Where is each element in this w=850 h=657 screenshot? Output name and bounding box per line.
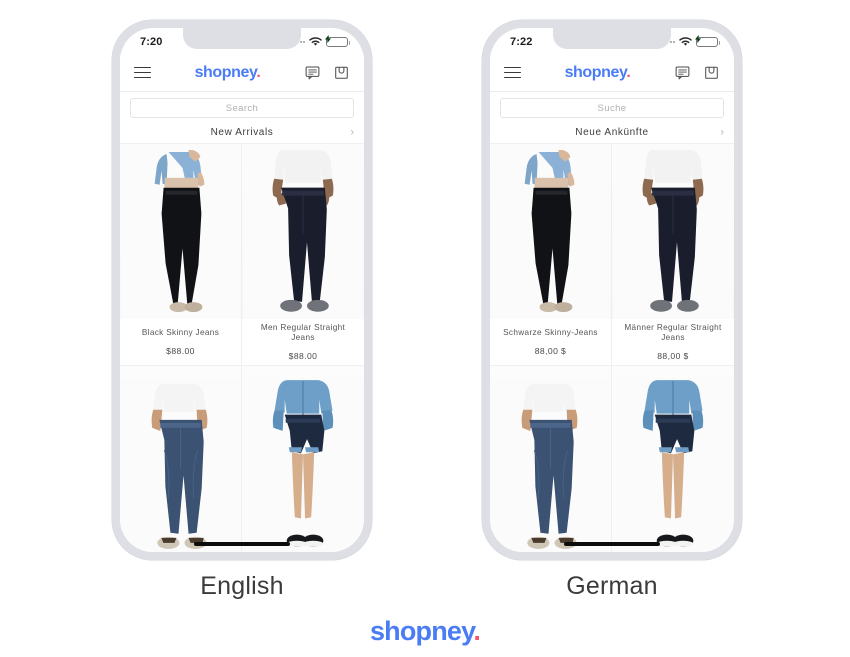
phone-notch [183, 28, 301, 49]
product-meta: Black Skinny Jeans $88.00 [120, 319, 241, 365]
caption-english: English [200, 572, 284, 600]
product-name: Schwarze Skinny-Jeans [503, 328, 598, 338]
app-bar: shopney. [490, 54, 734, 92]
shopping-bag-icon[interactable] [703, 64, 720, 81]
app-bar-actions [674, 64, 720, 81]
search-input[interactable]: Search [130, 98, 354, 118]
app-bar-actions [304, 64, 350, 81]
women-shorts-photo [612, 366, 734, 552]
product-meta: Men Regular Straight Jeans $88.00 [242, 318, 364, 365]
search-area: Search [120, 92, 364, 122]
product-name: Black Skinny Jeans [141, 328, 220, 338]
app-logo-dot: . [626, 63, 631, 81]
battery-charging-icon [695, 35, 720, 47]
search-input[interactable]: Suche [500, 98, 724, 118]
search-placeholder: Search [225, 102, 259, 114]
product-card[interactable]: Männer Regular Straight Jeans 88,00 $ [612, 144, 734, 366]
men-slim-fit-jeans-photo [490, 366, 611, 552]
product-name: Men Regular Straight Jeans [260, 322, 346, 343]
app-bar: shopney. [120, 54, 364, 92]
status-time: 7:22 [510, 36, 533, 48]
men-slim-fit-jeans-photo [120, 366, 241, 552]
black-skinny-jeans-photo [490, 144, 611, 319]
section-title: New Arrivals [210, 127, 274, 138]
app-logo-dot: . [256, 63, 261, 81]
product-card[interactable]: Black Skinny Jeans $88.00 [120, 144, 242, 366]
home-indicator [564, 542, 660, 546]
phone-mockup-german: 7:22 shopney. Suche Neue Ankünfte › Schw… [482, 20, 742, 560]
black-skinny-jeans-photo [120, 144, 241, 319]
chat-bubble-icon[interactable] [304, 64, 321, 81]
wifi-icon [679, 37, 692, 47]
phone-mockup-english: 7:20 shopney. Search New Arrivals › Blac… [112, 20, 372, 560]
product-card[interactable]: Männer Slim Fit Jeans [490, 366, 612, 552]
product-grid: Black Skinny Jeans $88.00 Men Regular St… [120, 144, 364, 552]
status-time: 7:20 [140, 36, 163, 48]
chevron-right-icon: › [720, 126, 724, 138]
app-logo: shopney. [565, 64, 631, 82]
product-price: $88.00 [166, 345, 195, 356]
product-name: Männer Regular Straight Jeans [624, 322, 722, 343]
women-shorts-photo [242, 366, 364, 552]
screenshot-canvas: 7:20 shopney. Search New Arrivals › Blac… [0, 0, 850, 657]
product-card[interactable]: Schwarze Skinny-Jeans 88,00 $ [490, 144, 612, 366]
product-meta: Männer Regular Straight Jeans 88,00 $ [612, 318, 734, 365]
shopping-bag-icon[interactable] [333, 64, 350, 81]
product-price: $88.00 [288, 351, 318, 361]
product-card[interactable]: Frauen Shorts [612, 366, 734, 552]
section-title: Neue Ankünfte [575, 127, 649, 138]
footer-logo-text: shopney [369, 616, 474, 646]
product-card[interactable]: Men Slim Fit Jeans [120, 366, 242, 552]
section-header-new-arrivals[interactable]: New Arrivals › [120, 122, 364, 144]
product-grid: Schwarze Skinny-Jeans 88,00 $ Männer Reg… [490, 144, 734, 552]
phone-notch [553, 28, 671, 49]
hamburger-menu-icon[interactable] [134, 66, 151, 79]
product-price: 88,00 $ [657, 351, 689, 361]
hamburger-menu-icon[interactable] [504, 66, 521, 79]
app-logo-text: shopney [564, 63, 627, 81]
wifi-icon [309, 37, 322, 47]
product-card[interactable]: Women Shorts [242, 366, 364, 552]
search-area: Suche [490, 92, 734, 122]
chevron-right-icon: › [350, 126, 354, 138]
footer-brand-logo: shopney. [0, 616, 850, 647]
app-logo: shopney. [195, 64, 261, 82]
chat-bubble-icon[interactable] [674, 64, 691, 81]
caption-german: German [566, 572, 658, 600]
men-regular-straight-jeans-photo [612, 144, 734, 319]
battery-charging-icon [325, 35, 350, 47]
home-indicator [194, 542, 290, 546]
product-meta: Schwarze Skinny-Jeans 88,00 $ [490, 319, 611, 365]
footer-logo-dot: . [473, 616, 481, 646]
phone-screen-german: 7:22 shopney. Suche Neue Ankünfte › Schw… [490, 28, 734, 552]
phone-screen-english: 7:20 shopney. Search New Arrivals › Blac… [120, 28, 364, 552]
search-placeholder: Suche [597, 102, 627, 114]
product-card[interactable]: Men Regular Straight Jeans $88.00 [242, 144, 364, 366]
men-regular-straight-jeans-photo [242, 144, 364, 319]
product-price: 88,00 $ [534, 345, 567, 356]
section-header-new-arrivals[interactable]: Neue Ankünfte › [490, 122, 734, 144]
app-logo-text: shopney [194, 63, 257, 81]
